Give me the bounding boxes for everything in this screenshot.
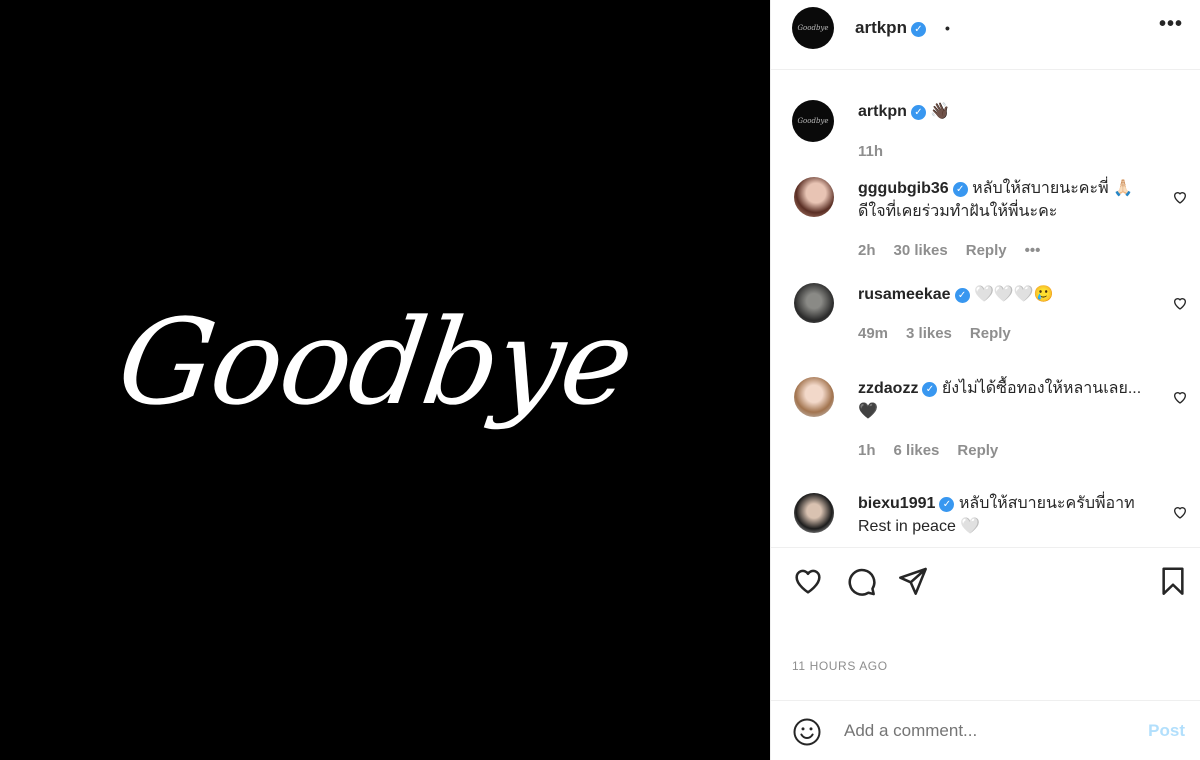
comment-username[interactable]: biexu1991 <box>858 495 935 512</box>
comment-text: biexu1991 ✓ หลับให้สบายนะครับพี่อาท Rest … <box>858 495 1135 535</box>
verified-badge-icon: ✓ <box>910 22 926 37</box>
comment-text: rusameekae ✓ 🤍🤍🤍🥲 <box>858 286 1054 303</box>
more-options-icon[interactable]: ••• <box>1159 13 1183 36</box>
add-comment-input[interactable] <box>844 721 1124 741</box>
post-side-panel: Goodbye artkpn ✓ • ••• Goodbye artkpn ✓ 👋🏿… <box>770 0 1200 760</box>
comment-meta: 1h 6 likes Reply <box>858 442 1016 459</box>
share-icon[interactable] <box>897 565 929 597</box>
reply-button[interactable]: Reply <box>970 325 1011 342</box>
author-username[interactable]: artkpn ✓ <box>855 18 926 38</box>
comment-text: zzdaozz ✓ ยังไม่ได้ซื้อทองให้หลานเลย...🖤 <box>858 380 1142 420</box>
reply-button[interactable]: Reply <box>966 242 1007 259</box>
comment-time: 49m <box>858 325 889 342</box>
comment-likes[interactable]: 6 likes <box>894 442 940 459</box>
caption-time: 11h <box>858 143 884 160</box>
comment-more-icon[interactable]: ••• <box>1025 242 1041 259</box>
caption-username[interactable]: artkpn <box>858 103 907 120</box>
comment-username[interactable]: rusameekae <box>858 286 951 303</box>
small-heart-icon[interactable] <box>1172 295 1188 311</box>
comment-likes[interactable]: 3 likes <box>906 325 952 342</box>
comment-username[interactable]: gggubgib36 <box>858 180 949 197</box>
post-comment-button[interactable]: Post <box>1148 721 1185 741</box>
save-icon[interactable] <box>1157 565 1189 597</box>
comment-time: 2h <box>858 242 876 259</box>
comment-meta: 2h 30 likes Reply ••• <box>858 242 1058 259</box>
verified-badge-icon: ✓ <box>952 182 968 197</box>
caption-emoji: 👋🏿 <box>930 103 951 120</box>
comments-list[interactable]: Goodbye artkpn ✓ 👋🏿 11h gggubgib36 ✓ หลับใ… <box>771 71 1200 547</box>
post-image[interactable]: Goodbye <box>0 0 770 760</box>
author-avatar[interactable]: Goodbye <box>792 7 834 49</box>
post-timestamp: 11 HOURS AGO <box>792 659 888 673</box>
header-separator: • <box>945 20 950 36</box>
add-comment-bar: Post <box>771 700 1200 760</box>
comment-icon[interactable] <box>845 565 877 597</box>
comment-text: gggubgib36 ✓ หลับให้สบายนะคะพี่ 🙏🏻 ดีใจที… <box>858 180 1133 220</box>
commenter-avatar[interactable] <box>794 493 834 533</box>
reply-button[interactable]: Reply <box>957 442 998 459</box>
small-heart-icon[interactable] <box>1172 389 1188 405</box>
comment-username[interactable]: zzdaozz <box>858 380 918 397</box>
post-header: Goodbye artkpn ✓ • ••• <box>771 0 1200 70</box>
post-image-text: Goodbye <box>110 293 640 431</box>
caption-text: artkpn ✓ 👋🏿 <box>858 100 1158 123</box>
comment-likes[interactable]: 30 likes <box>894 242 948 259</box>
verified-badge-icon: ✓ <box>910 105 926 120</box>
verified-badge-icon: ✓ <box>922 382 938 397</box>
emoji-icon[interactable] <box>792 717 822 747</box>
verified-badge-icon: ✓ <box>954 288 970 303</box>
comment-time: 1h <box>858 442 876 459</box>
commenter-avatar[interactable] <box>794 283 834 323</box>
commenter-avatar[interactable] <box>794 177 834 217</box>
action-bar <box>771 547 1200 623</box>
small-heart-icon[interactable] <box>1172 189 1188 205</box>
commenter-avatar[interactable] <box>794 377 834 417</box>
author-avatar[interactable]: Goodbye <box>792 100 834 142</box>
small-heart-icon[interactable] <box>1172 504 1188 520</box>
comment-meta: 49m 3 likes Reply <box>858 325 1029 342</box>
like-icon[interactable] <box>792 565 824 597</box>
verified-badge-icon: ✓ <box>939 497 955 512</box>
